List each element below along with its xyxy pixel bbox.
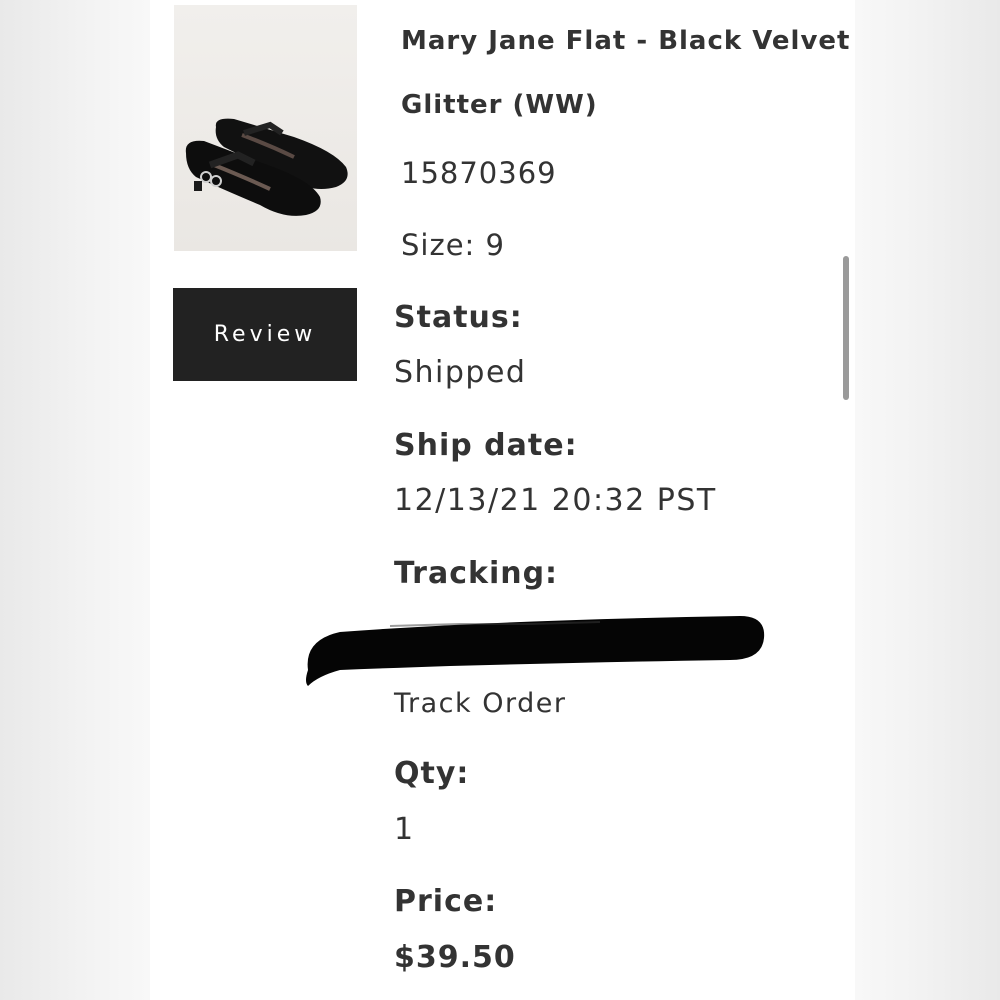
tracking-label: Tracking: <box>394 556 559 591</box>
product-size: Size: 9 <box>401 228 505 262</box>
product-image[interactable] <box>174 5 357 251</box>
product-title-line2[interactable]: Glitter (WW) <box>401 73 598 137</box>
status-value: Shipped <box>394 355 527 390</box>
scrollbar-thumb[interactable] <box>843 256 849 400</box>
price-label: Price: <box>394 884 498 919</box>
track-order-link[interactable]: Track Order <box>394 688 566 719</box>
status-label: Status: <box>394 300 523 335</box>
blurred-margin-right <box>855 0 1000 1000</box>
blurred-margin-left <box>0 0 150 1000</box>
product-title-line1[interactable]: Mary Jane Flat - Black Velvet <box>401 9 850 73</box>
price-value: $39.50 <box>394 940 516 975</box>
qty-label: Qty: <box>394 756 470 791</box>
qty-value: 1 <box>394 812 415 847</box>
product-sku: 15870369 <box>401 156 557 190</box>
ship-date-label: Ship date: <box>394 428 578 463</box>
review-button[interactable]: Review <box>173 288 357 381</box>
order-item-panel: Review Mary Jane Flat - Black Velvet Gli… <box>150 0 855 1000</box>
ship-date-value: 12/13/21 20:32 PST <box>394 483 717 518</box>
tracking-number-redaction <box>306 616 765 686</box>
shoe-illustration <box>185 118 348 216</box>
